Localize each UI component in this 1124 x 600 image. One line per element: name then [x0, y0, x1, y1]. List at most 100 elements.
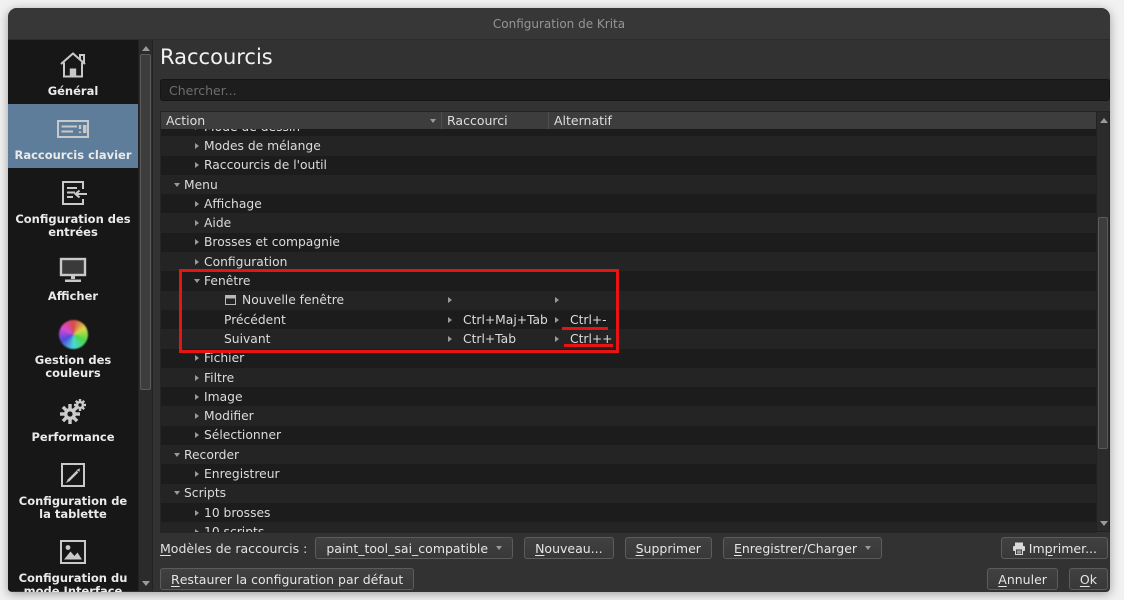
expand-arrow-icon[interactable]	[189, 162, 204, 169]
expand-arrow-icon[interactable]	[549, 297, 564, 304]
table-row-10-scripts[interactable]: 10 scripts	[161, 522, 1096, 532]
expand-arrow-icon[interactable]	[189, 413, 204, 420]
panel-scrollbar-thumb[interactable]	[140, 54, 151, 390]
sidebar-item-performance[interactable]: Performance	[8, 386, 138, 450]
expand-arrow-icon[interactable]	[189, 200, 204, 207]
expand-arrow-icon[interactable]	[442, 316, 457, 323]
expand-arrow-icon[interactable]	[189, 129, 204, 130]
sidebar-item-configuration-de-la-tablette[interactable]: Configuration de la tablette	[8, 450, 138, 527]
expand-arrow-icon[interactable]	[189, 509, 204, 516]
input-settings-icon	[11, 176, 135, 210]
table-row-nouvelle-fenetre[interactable]: Nouvelle fenêtre	[161, 290, 1096, 310]
action-label: Modes de mélange	[204, 138, 321, 153]
expand-arrow-icon[interactable]	[442, 335, 457, 342]
column-header-alternatif[interactable]: Alternatif	[549, 112, 1096, 129]
scroll-down-icon[interactable]	[139, 576, 152, 590]
collapse-arrow-icon[interactable]	[169, 182, 184, 187]
expand-arrow-icon[interactable]	[189, 528, 204, 532]
expand-arrow-icon[interactable]	[189, 220, 204, 227]
table-row-scripts[interactable]: Scripts	[161, 483, 1096, 503]
sidebar-item-label: Performance	[31, 430, 115, 444]
expand-arrow-icon[interactable]	[549, 316, 564, 323]
sidebar-item-configuration-des-entrees[interactable]: Configuration des entrées	[8, 168, 138, 245]
expand-arrow-icon[interactable]	[189, 470, 204, 477]
table-row-recorder[interactable]: Recorder	[161, 445, 1096, 465]
alternate-cell[interactable]: Ctrl++	[549, 332, 1096, 346]
expand-arrow-icon[interactable]	[189, 374, 204, 381]
table-scroll-down-icon[interactable]	[1097, 516, 1110, 530]
sidebar-item-gestion-des-couleurs[interactable]: Gestion des couleurs	[8, 309, 138, 386]
sidebar-item-general[interactable]: Général	[8, 40, 138, 104]
delete-scheme-button[interactable]: Supprimer	[624, 537, 712, 559]
restore-defaults-button[interactable]: Restaurer la configuration par défaut	[160, 568, 415, 590]
column-header-raccourci[interactable]: Raccourci	[442, 112, 549, 129]
new-scheme-button[interactable]: Nouveau...	[524, 537, 614, 559]
save-load-button[interactable]: Enregistrer/Charger	[722, 537, 883, 559]
expand-arrow-icon[interactable]	[189, 393, 204, 400]
annotation-underline-ctrl-plus	[564, 344, 613, 347]
ok-button[interactable]: Ok	[1068, 568, 1108, 590]
tablet-icon	[11, 458, 135, 492]
table-scrollbar-thumb[interactable]	[1098, 217, 1108, 449]
shortcut-cell[interactable]	[442, 297, 549, 304]
table-row-filtre[interactable]: Filtre	[161, 367, 1096, 388]
table-row-menu[interactable]: Menu	[161, 174, 1096, 195]
titlebar[interactable]: Configuration de Krita	[8, 8, 1110, 40]
table-row-enregistreur[interactable]: Enregistreur	[161, 464, 1096, 484]
table-row-precedent[interactable]: Précédent Ctrl+Maj+Tab Ctrl+-	[161, 309, 1096, 330]
collapse-arrow-icon[interactable]	[189, 279, 204, 284]
table-row-image[interactable]: Image	[161, 387, 1096, 407]
expand-arrow-icon[interactable]	[189, 432, 204, 439]
collapse-arrow-icon[interactable]	[169, 452, 184, 457]
shortcut-cell[interactable]: Ctrl+Tab	[442, 332, 549, 346]
scroll-up-icon[interactable]	[139, 41, 152, 55]
panel-scrollbar[interactable]	[138, 40, 153, 591]
expand-arrow-icon[interactable]	[189, 239, 204, 246]
expand-arrow-icon[interactable]	[442, 297, 457, 304]
expand-arrow-icon[interactable]	[189, 258, 204, 265]
search-input[interactable]	[160, 79, 1110, 101]
table-row-modes-de-melange[interactable]: Modes de mélange	[161, 136, 1096, 156]
table-row-10-brosses[interactable]: 10 brosses	[161, 502, 1096, 523]
table-row-brosses-et-compagnie[interactable]: Brosses et compagnie	[161, 232, 1096, 253]
table-row-fenetre[interactable]: Fenêtre	[161, 271, 1096, 291]
sidebar-item-raccourcis-clavier[interactable]: Raccourcis clavier	[8, 104, 138, 168]
shortcut-text: Ctrl+Tab	[463, 331, 516, 346]
screen: Configuration de Krita Général Raccourcis…	[0, 0, 1124, 600]
sidebar-item-label: Raccourcis clavier	[14, 148, 132, 162]
table-row-aide[interactable]: Aide	[161, 213, 1096, 233]
column-header-action[interactable]: Action	[161, 112, 442, 129]
table-row-modifier[interactable]: Modifier	[161, 406, 1096, 426]
sidebar-item-configuration-du-mode-interface-cachee[interactable]: Configuration du mode Interface cachée	[8, 527, 138, 592]
table-row-fichier[interactable]: Fichier	[161, 348, 1096, 368]
settings-sidebar: Général Raccourcis clavier Configuration d…	[8, 40, 138, 592]
action-label: Fenêtre	[204, 274, 251, 289]
expand-arrow-icon[interactable]	[189, 355, 204, 362]
alternate-cell[interactable]	[549, 297, 1096, 304]
table-header: Action Raccourci Alternatif	[161, 112, 1096, 129]
table-row-mode-de-dessin[interactable]: Mode de dessin	[161, 129, 1096, 137]
table-scrollbar[interactable]	[1096, 111, 1110, 532]
table-row-configuration[interactable]: Configuration	[161, 252, 1096, 272]
action-label: Affichage	[204, 196, 262, 211]
sidebar-item-afficher[interactable]: Afficher	[8, 245, 138, 309]
collapse-arrow-icon[interactable]	[169, 491, 184, 496]
shortcut-scheme-select[interactable]: paint_tool_sai_compatible	[315, 537, 514, 559]
expand-arrow-icon[interactable]	[549, 335, 564, 342]
sort-indicator-icon	[430, 118, 436, 123]
action-label: Image	[204, 389, 243, 404]
table-row-suivant[interactable]: Suivant Ctrl+Tab Ctrl++	[161, 329, 1096, 349]
table-row-selectionner[interactable]: Sélectionner	[161, 425, 1096, 446]
sidebar-item-label: Gestion des couleurs	[34, 353, 112, 380]
cancel-button[interactable]: Annuler	[987, 568, 1058, 590]
shortcut-cell[interactable]: Ctrl+Maj+Tab	[442, 313, 549, 327]
action-label: Modifier	[204, 409, 254, 424]
table-scroll-up-icon[interactable]	[1097, 113, 1110, 127]
alternate-cell[interactable]: Ctrl+-	[549, 313, 1096, 327]
table-row-affichage[interactable]: Affichage	[161, 194, 1096, 214]
action-label: Brosses et compagnie	[204, 235, 340, 250]
sidebar-item-label: Afficher	[47, 289, 99, 303]
print-button[interactable]: Im p rimer...	[1000, 537, 1108, 559]
expand-arrow-icon[interactable]	[189, 142, 204, 149]
table-row-raccourcis-de-l-outil[interactable]: Raccourcis de l'outil	[161, 155, 1096, 175]
